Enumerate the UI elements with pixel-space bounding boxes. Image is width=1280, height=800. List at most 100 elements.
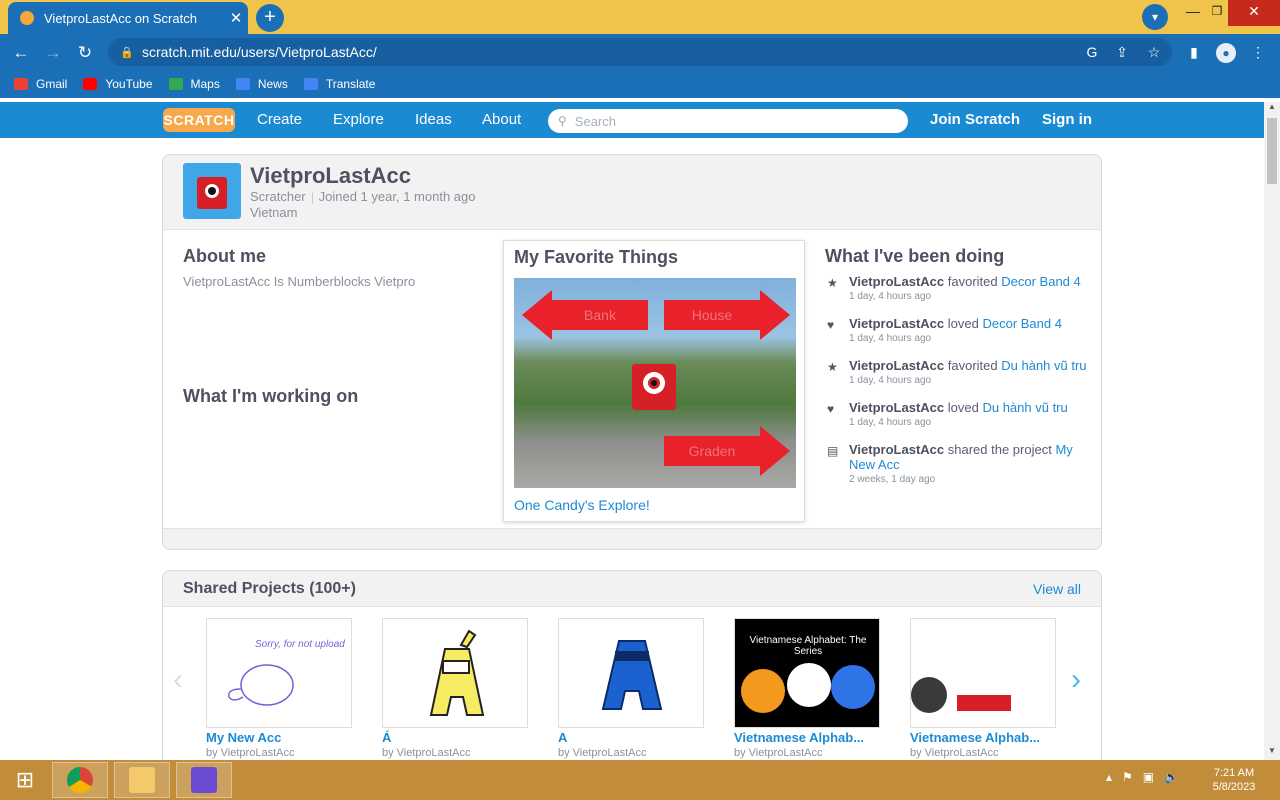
scratch-logo[interactable]: SCRATCH: [163, 108, 235, 132]
favorite-things-heading: My Favorite Things: [514, 247, 679, 267]
shared-projects-box: Shared Projects (100+) View all ‹ › Sorr…: [162, 570, 1102, 770]
project-title[interactable]: My New Acc: [206, 730, 352, 745]
activity-user[interactable]: VietproLastAcc: [849, 442, 944, 457]
project-thumbnail[interactable]: Vietnamese Alphabet: The Series: [734, 618, 880, 728]
search-box[interactable]: ⚲: [548, 109, 908, 133]
arrow-garden: Graden: [664, 426, 790, 476]
side-panel-icon[interactable]: ▮: [1182, 40, 1206, 64]
project-thumbnail[interactable]: [910, 618, 1056, 728]
bookmark-maps[interactable]: Maps: [168, 77, 220, 91]
join-scratch-button[interactable]: Join Scratch: [920, 102, 1030, 138]
share-icon[interactable]: ⇪: [1110, 40, 1134, 64]
activity-verb: loved: [947, 316, 979, 331]
bookmark-youtube[interactable]: YouTube: [83, 77, 153, 91]
thumbnail-caption: Vietnamese Alphabet: The Series: [749, 635, 867, 657]
maps-icon: [168, 78, 183, 90]
mouse-cursor-icon: [80, 452, 91, 468]
scroll-up-icon[interactable]: ▲: [1264, 102, 1280, 116]
avatar[interactable]: [183, 163, 241, 219]
numberblock-eye: [643, 372, 665, 394]
profile-icon[interactable]: ●: [1214, 40, 1238, 64]
address-bar[interactable]: 🔒 scratch.mit.edu/users/VietproLastAcc/: [108, 38, 1172, 66]
browser-toolbar: ← → ↻ 🔒 scratch.mit.edu/users/VietproLas…: [0, 34, 1280, 70]
project-author[interactable]: by VietproLastAcc: [382, 747, 528, 759]
nav-create[interactable]: Create: [247, 102, 312, 138]
browser-tab[interactable]: VietproLastAcc on Scratch ✕: [8, 2, 248, 34]
google-icon[interactable]: G: [1080, 40, 1104, 64]
letter-a-yellow-thumbnail: [429, 629, 485, 716]
browser-titlebar: VietproLastAcc on Scratch ✕ + ▾ — ❐ ✕: [0, 0, 1280, 34]
carousel-next-icon[interactable]: ›: [1071, 663, 1081, 697]
project-thumbnail[interactable]: Sorry, for not upload: [206, 618, 352, 728]
project-thumbnail[interactable]: [382, 618, 528, 728]
project-card[interactable]: Vietnamese Alphabet: The Series Vietname…: [734, 618, 880, 759]
favorite-project-thumbnail[interactable]: Bank House Graden: [514, 278, 796, 488]
favorite-project-link[interactable]: One Candy's Explore!: [514, 497, 650, 513]
share-icon: ▤: [827, 444, 839, 458]
search-input[interactable]: [574, 113, 895, 129]
activity-verb: shared the project: [947, 442, 1052, 457]
scroll-down-icon[interactable]: ▼: [1264, 746, 1280, 760]
taskbar-file-explorer[interactable]: [114, 762, 170, 798]
bookmark-gmail[interactable]: Gmail: [14, 77, 67, 91]
profile-joined: Joined 1 year, 1 month ago: [318, 189, 476, 204]
back-icon[interactable]: ←: [8, 40, 34, 66]
carousel-prev-icon[interactable]: ‹: [173, 663, 183, 697]
windows-start-icon[interactable]: ⊞: [8, 766, 42, 794]
new-tab-button[interactable]: +: [256, 4, 284, 32]
url-text: scratch.mit.edu/users/VietproLastAcc/: [142, 44, 377, 60]
project-title[interactable]: Vietnamese Alphab...: [910, 730, 1056, 745]
activity-object[interactable]: Du hành vũ tru: [982, 400, 1067, 415]
taskbar-clock[interactable]: 7:21 AM 5/8/2023: [1204, 766, 1264, 794]
tab-search-icon[interactable]: ▾: [1142, 4, 1168, 30]
activity-heading: What I've been doing: [825, 246, 1005, 266]
activity-item: ★ VietproLastAcc favorited Du hành vũ tr…: [825, 358, 1093, 400]
project-title[interactable]: Á: [382, 730, 528, 745]
shared-projects-header: Shared Projects (100+) View all: [163, 571, 1101, 607]
project-title[interactable]: Vietnamese Alphab...: [734, 730, 880, 745]
taskbar-settings[interactable]: [176, 762, 232, 798]
bookmark-translate[interactable]: Translate: [303, 77, 375, 91]
bookmark-news[interactable]: News: [235, 77, 288, 91]
sign-in-button[interactable]: Sign in: [1032, 102, 1102, 138]
reload-icon[interactable]: ↻: [72, 40, 98, 66]
activity-user[interactable]: VietproLastAcc: [849, 400, 944, 415]
activity-object[interactable]: Decor Band 4: [1001, 274, 1081, 289]
bookmark-label: Maps: [190, 77, 220, 91]
nav-about[interactable]: About: [472, 102, 531, 138]
activity-user[interactable]: VietproLastAcc: [849, 358, 944, 373]
system-tray[interactable]: ▴ ⚑ ▣ 🔈: [1106, 770, 1179, 784]
shared-projects-title: Shared Projects (100+): [183, 580, 356, 597]
activity-object[interactable]: Du hành vũ tru: [1001, 358, 1086, 373]
clock-time: 7:21 AM: [1213, 767, 1255, 779]
project-author[interactable]: by VietproLastAcc: [206, 747, 352, 759]
settings-gear-icon: [191, 767, 217, 793]
project-author[interactable]: by VietproLastAcc: [558, 747, 704, 759]
activity-user[interactable]: VietproLastAcc: [849, 316, 944, 331]
nav-explore[interactable]: Explore: [323, 102, 394, 138]
scroll-thumb[interactable]: [1267, 118, 1277, 184]
window-close-icon[interactable]: ✕: [1228, 0, 1280, 26]
project-title[interactable]: A: [558, 730, 704, 745]
bookmark-star-icon[interactable]: ☆: [1142, 40, 1166, 64]
project-card[interactable]: Á by VietproLastAcc: [382, 618, 528, 759]
project-card[interactable]: Vietnamese Alphab... by VietproLastAcc: [910, 618, 1056, 759]
activity-user[interactable]: VietproLastAcc: [849, 274, 944, 289]
nav-ideas[interactable]: Ideas: [405, 102, 462, 138]
forward-icon[interactable]: →: [40, 40, 66, 66]
windows-taskbar: ⊞ ▴ ⚑ ▣ 🔈 7:21 AM 5/8/2023: [0, 760, 1280, 800]
page-scrollbar[interactable]: ▲ ▼: [1264, 102, 1280, 760]
project-thumbnail[interactable]: [558, 618, 704, 728]
taskbar-chrome[interactable]: [52, 762, 108, 798]
activity-object[interactable]: Decor Band 4: [982, 316, 1062, 331]
scratch-favicon-icon: [20, 11, 34, 25]
clock-date: 5/8/2023: [1212, 781, 1256, 793]
chrome-icon: [67, 767, 93, 793]
project-author[interactable]: by VietproLastAcc: [910, 747, 1056, 759]
chrome-menu-icon[interactable]: ⋮: [1246, 40, 1270, 64]
project-author[interactable]: by VietproLastAcc: [734, 747, 880, 759]
project-card[interactable]: Sorry, for not upload My New Acc by Viet…: [206, 618, 352, 759]
view-all-link[interactable]: View all: [1033, 581, 1081, 597]
project-card[interactable]: A by VietproLastAcc: [558, 618, 704, 759]
tab-close-icon[interactable]: ✕: [224, 9, 248, 27]
